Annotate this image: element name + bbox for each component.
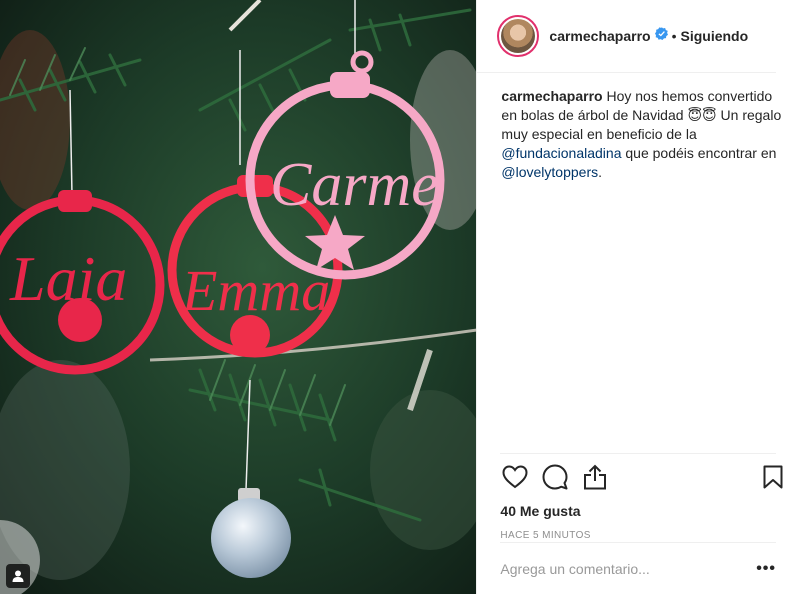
- bookmark-icon[interactable]: [758, 462, 788, 492]
- post-photo[interactable]: Laia Emma Carme: [0, 0, 477, 594]
- instagram-post: Laia Emma Carme carmechaparro • Siguiend…: [0, 0, 799, 594]
- comment-box: •••: [500, 542, 776, 595]
- like-count[interactable]: 40 Me gusta: [500, 503, 776, 519]
- header-username[interactable]: carmechaparro: [549, 28, 650, 44]
- avatar[interactable]: [497, 15, 540, 57]
- action-icons: [500, 454, 783, 500]
- ornament-name-carme: Carme: [270, 151, 439, 219]
- mention-link-lovelytoppers[interactable]: @lovelytoppers: [501, 164, 598, 180]
- caption-text: .: [598, 164, 602, 180]
- tagged-users-icon[interactable]: [6, 564, 30, 588]
- caption-username[interactable]: carmechaparro: [501, 88, 602, 104]
- separator-dot: •: [671, 28, 677, 44]
- post-actions: 40 Me gusta HACE 5 MINUTOS: [500, 453, 783, 541]
- following-button[interactable]: Siguiendo: [680, 28, 748, 44]
- comment-icon[interactable]: [540, 462, 570, 492]
- post-header: carmechaparro • Siguiendo: [477, 0, 776, 73]
- heart-icon[interactable]: [500, 462, 530, 492]
- emoji: 😇😇: [687, 107, 717, 123]
- caption-text: que podéis encontrar en: [621, 145, 777, 161]
- post-timestamp[interactable]: HACE 5 MINUTOS: [500, 530, 776, 541]
- post-caption: carmechaparro Hoy nos hemos convertido e…: [477, 73, 799, 182]
- share-icon[interactable]: [580, 462, 610, 492]
- more-options-icon[interactable]: •••: [752, 560, 776, 578]
- post-sidebar: carmechaparro • Siguiendo carmechaparro …: [476, 0, 799, 594]
- verified-badge-icon: [654, 27, 668, 45]
- comment-input[interactable]: [500, 561, 752, 577]
- christmas-ornaments-photo: Laia Emma Carme: [0, 0, 477, 594]
- mention-link-fundacionaladina[interactable]: @fundacionaladina: [501, 145, 621, 161]
